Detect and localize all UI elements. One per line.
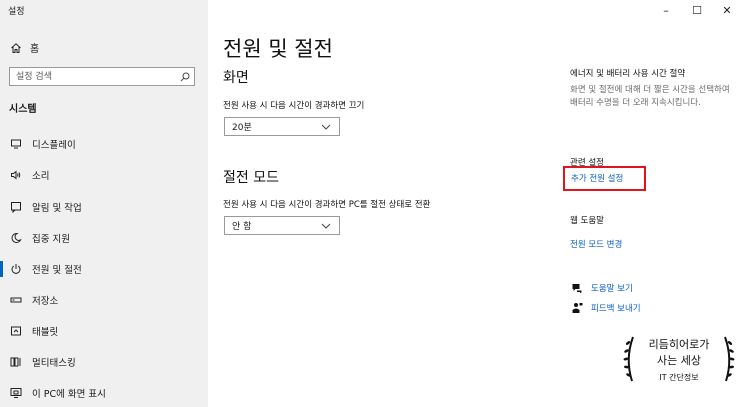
sidebar-item-sound[interactable]: 소리 bbox=[0, 164, 208, 186]
feedback-row[interactable]: 피드백 보내기 bbox=[570, 301, 641, 315]
sidebar-section-title: 시스템 bbox=[9, 104, 37, 115]
screen-timeout-value: 20분 bbox=[232, 123, 252, 133]
get-help-link[interactable]: 도움말 보기 bbox=[591, 282, 633, 294]
change-power-mode-link[interactable]: 전원 모드 변경 bbox=[570, 238, 622, 250]
search-icon[interactable] bbox=[176, 72, 194, 82]
sidebar-item-label: 저장소 bbox=[32, 296, 59, 307]
search-input[interactable] bbox=[10, 69, 176, 84]
sidebar-item-label: 집중 지원 bbox=[32, 234, 70, 245]
sidebar-item-storage[interactable]: 저장소 bbox=[0, 289, 208, 311]
feedback-link[interactable]: 피드백 보내기 bbox=[591, 302, 641, 314]
watermark-logo: 리듬히어로가 사는 세상 IT 간단정보 bbox=[622, 333, 736, 387]
get-help-row[interactable]: 도움말 보기 bbox=[570, 281, 633, 295]
web-help-title: 웹 도움말 bbox=[570, 216, 604, 226]
sidebar-item-power-sleep[interactable]: 전원 및 절전 bbox=[0, 258, 208, 280]
sidebar-item-multitasking[interactable]: 멀티태스킹 bbox=[0, 351, 208, 373]
sleep-timeout-label: 전원 사용 시 다음 시간이 경과하면 PC를 절전 상태로 전환 bbox=[223, 200, 431, 210]
moon-icon bbox=[8, 230, 24, 246]
tablet-icon bbox=[8, 323, 24, 339]
power-icon bbox=[8, 261, 24, 277]
notification-icon bbox=[8, 199, 24, 215]
sidebar-item-label: 알림 및 작업 bbox=[32, 203, 82, 214]
sidebar-item-notifications[interactable]: 알림 및 작업 bbox=[0, 196, 208, 218]
screen-heading: 화면 bbox=[223, 70, 249, 86]
home-icon bbox=[11, 42, 21, 53]
speaker-icon bbox=[8, 167, 24, 183]
sidebar-item-label: 멀티태스킹 bbox=[32, 358, 76, 369]
feedback-person-icon bbox=[570, 301, 584, 315]
search-box[interactable] bbox=[9, 67, 195, 86]
storage-icon bbox=[8, 292, 24, 308]
screen-timeout-dropdown[interactable]: 20분 bbox=[224, 117, 340, 136]
monitor-icon bbox=[8, 136, 24, 152]
sidebar-item-label: 디스플레이 bbox=[32, 140, 76, 151]
sidebar-item-project[interactable]: 이 PC에 화면 표시 bbox=[0, 382, 208, 404]
sidebar: 설정 홈 시스템 디스플레이 소리 알림 및 작업 집중 지원 bbox=[0, 0, 208, 407]
chevron-down-icon bbox=[321, 124, 331, 130]
minimize-button[interactable]: – bbox=[650, 0, 682, 20]
screen-timeout-label: 전원 사용 시 다음 시간이 경과하면 끄기 bbox=[223, 101, 365, 111]
chevron-down-icon bbox=[321, 223, 331, 229]
page-title: 전원 및 절전 bbox=[223, 37, 333, 61]
additional-power-settings-link[interactable]: 추가 전원 설정 bbox=[571, 172, 623, 184]
maximize-button[interactable]: ☐ bbox=[681, 0, 713, 20]
watermark-line3: IT 간단정보 bbox=[659, 373, 699, 382]
watermark-line2: 사는 세상 bbox=[657, 354, 701, 367]
energy-saving-description: 화면 및 절전에 대해 더 짧은 시간을 선택하여 배터리 수명을 더 오래 지… bbox=[570, 85, 730, 108]
sidebar-item-focus-assist[interactable]: 집중 지원 bbox=[0, 227, 208, 249]
sidebar-item-label: 소리 bbox=[32, 171, 50, 182]
project-icon bbox=[8, 385, 24, 401]
close-button[interactable]: ✕ bbox=[711, 0, 743, 20]
help-chat-icon bbox=[570, 281, 584, 295]
sidebar-item-label: 태블릿 bbox=[32, 327, 59, 338]
sleep-heading: 절전 모드 bbox=[223, 170, 279, 186]
sleep-timeout-dropdown[interactable]: 안 함 bbox=[224, 216, 340, 235]
sidebar-home[interactable]: 홈 bbox=[10, 40, 39, 55]
sidebar-item-label: 이 PC에 화면 표시 bbox=[32, 389, 106, 400]
energy-saving-title: 에너지 및 배터리 사용 시간 절약 bbox=[570, 69, 686, 79]
window-title: 설정 bbox=[8, 7, 25, 17]
sidebar-item-display[interactable]: 디스플레이 bbox=[0, 133, 208, 155]
watermark-line1: 리듬히어로가 bbox=[648, 338, 710, 351]
sidebar-home-label: 홈 bbox=[30, 44, 40, 55]
multitasking-icon bbox=[8, 354, 24, 370]
sidebar-item-tablet[interactable]: 태블릿 bbox=[0, 320, 208, 342]
sleep-timeout-value: 안 함 bbox=[232, 222, 252, 232]
sidebar-item-label: 전원 및 절전 bbox=[32, 265, 82, 276]
